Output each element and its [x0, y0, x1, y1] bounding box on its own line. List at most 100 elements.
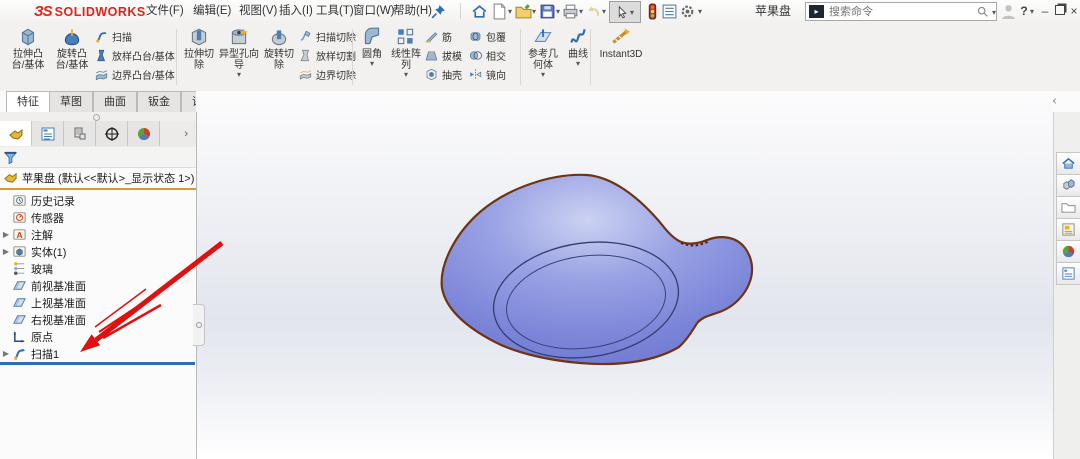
print-caret-icon[interactable]: [578, 5, 583, 17]
reference-geometry-button[interactable]: 参考几何体: [525, 26, 561, 78]
tree-item-top-plane[interactable]: 上视基准面: [0, 294, 196, 311]
taskpane-design-library-button[interactable]: [1056, 174, 1080, 197]
lofted-cut-button[interactable]: 放样切割: [298, 46, 356, 65]
tab-sheetmetal[interactable]: 钣金: [137, 91, 181, 112]
tab-dimxpertmanager[interactable]: [96, 121, 128, 146]
linear-pattern-button[interactable]: 线性阵列: [389, 26, 423, 78]
save-icon[interactable]: [539, 3, 556, 20]
undo-caret-icon[interactable]: [601, 5, 606, 17]
reference-geometry-icon: [532, 26, 554, 48]
extruded-cut-button[interactable]: 拉伸切除: [181, 26, 217, 71]
tree-item-sensors[interactable]: 传感器: [0, 209, 196, 226]
tab-displaymanager[interactable]: [128, 121, 160, 146]
fillet-icon: [361, 26, 383, 48]
pin-icon[interactable]: [430, 3, 447, 20]
tree-filter-row[interactable]: [0, 147, 196, 168]
ribbon-group-boss: 拉伸凸台/基体 旋转凸台/基体 扫描 放样凸台/基体 边界凸台/基体: [6, 23, 175, 89]
panel-grip[interactable]: [0, 112, 196, 121]
revolved-cut-button[interactable]: 旋转切除: [261, 26, 297, 71]
taskpane-view-palette-button[interactable]: [1056, 218, 1080, 241]
panel-tab-overflow[interactable]: ›: [160, 121, 196, 147]
tab-configurationmanager[interactable]: [64, 121, 96, 146]
magnifier-icon[interactable]: [976, 5, 989, 18]
expand-arrow-icon[interactable]: ▶: [0, 349, 12, 358]
taskpane-home-button[interactable]: [1056, 152, 1080, 175]
shell-button[interactable]: 抽壳: [424, 65, 462, 84]
draft-button[interactable]: 拔模: [424, 46, 462, 65]
expand-arrow-icon[interactable]: ▶: [0, 247, 12, 256]
close-button[interactable]: ×: [1066, 3, 1080, 19]
print-icon[interactable]: [562, 3, 579, 20]
tree-item-right-plane[interactable]: 右视基准面: [0, 311, 196, 328]
save-caret-icon[interactable]: [555, 5, 560, 17]
apple-plate-model[interactable]: [400, 160, 770, 400]
tree-item-history[interactable]: 历史记录: [0, 192, 196, 209]
features-small-stack-2: 包覆 相交 镜向: [468, 27, 506, 84]
expand-arrow-icon[interactable]: ▶: [0, 230, 12, 239]
select-tool-button[interactable]: [609, 1, 641, 23]
logo-3ds-icon: ЗS: [34, 3, 52, 20]
taskpane-file-explorer-button[interactable]: [1056, 196, 1080, 219]
panel-splitter-handle[interactable]: [193, 304, 205, 346]
new-document-caret-icon[interactable]: [507, 5, 512, 17]
home-icon[interactable]: [471, 3, 488, 20]
menu-file[interactable]: 文件(F): [138, 0, 192, 22]
origin-icon: [12, 329, 27, 344]
solidworks-logo: ЗS SOLIDWORKS: [34, 2, 146, 21]
tree-item-origin[interactable]: 原点: [0, 328, 196, 345]
settings-gear-icon[interactable]: [679, 3, 696, 20]
toolbar-separator: [460, 3, 461, 19]
rollback-bar[interactable]: [0, 362, 195, 365]
curves-button[interactable]: 曲线: [563, 26, 593, 67]
intersect-button[interactable]: 相交: [468, 46, 506, 65]
revolved-boss-button[interactable]: 旋转凸台/基体: [51, 26, 93, 71]
open-caret-icon[interactable]: [531, 5, 536, 17]
rib-button[interactable]: 筋: [424, 27, 462, 46]
tree-root-item[interactable]: 苹果盘 (默认<<默认>_显示状态 1>): [0, 169, 196, 186]
display-pane-icon[interactable]: [661, 3, 678, 20]
mirror-button[interactable]: 镜向: [468, 65, 506, 84]
graphics-viewport[interactable]: [196, 91, 1053, 459]
hole-wizard-button[interactable]: 异型孔向导: [219, 26, 259, 78]
tab-surfaces[interactable]: 曲面: [93, 91, 137, 112]
search-caret-icon[interactable]: [991, 6, 996, 18]
tree-item-sweep1[interactable]: ▶ 扫描1: [0, 345, 196, 362]
open-icon[interactable]: [515, 3, 532, 20]
tab-sketch[interactable]: 草图: [49, 91, 93, 112]
plate-outer-face[interactable]: [442, 175, 752, 364]
search-scope-icon[interactable]: ▸: [809, 5, 824, 18]
fillet-button[interactable]: 圆角: [357, 26, 387, 67]
tab-featuremanager[interactable]: [0, 121, 32, 146]
tree-item-material[interactable]: 玻璃: [0, 260, 196, 277]
plane-icon: [12, 278, 27, 293]
new-document-icon[interactable]: [491, 3, 508, 20]
taskpane-custom-properties-button[interactable]: [1056, 262, 1080, 285]
ribbon-separator: [176, 29, 177, 85]
boundary-boss-button[interactable]: 边界凸台/基体: [94, 65, 175, 84]
search-input[interactable]: [827, 5, 976, 19]
tree-item-front-plane[interactable]: 前视基准面: [0, 277, 196, 294]
help-caret-icon[interactable]: [1029, 5, 1034, 17]
tab-features[interactable]: 特征: [6, 91, 50, 113]
boundary-cut-button[interactable]: 边界切除: [298, 65, 356, 84]
view-palette-icon: [1061, 222, 1076, 237]
feature-tree-items: 历史记录 传感器 ▶ A 注解 ▶ 实体(1): [0, 192, 196, 362]
select-caret-icon[interactable]: [629, 6, 634, 18]
taskpane-appearances-button[interactable]: [1056, 240, 1080, 263]
wrap-button[interactable]: 包覆: [468, 27, 506, 46]
swept-cut-button[interactable]: 扫描切除: [298, 27, 356, 46]
user-icon[interactable]: [1000, 3, 1017, 20]
sweep-button[interactable]: 扫描: [94, 27, 175, 46]
rebuild-traffic-light-icon[interactable]: [644, 3, 661, 20]
tree-item-solid-bodies[interactable]: ▶ 实体(1): [0, 243, 196, 260]
instant3d-button[interactable]: Instant3D: [595, 26, 647, 60]
tab-propertymanager[interactable]: [32, 121, 64, 146]
extruded-boss-button[interactable]: 拉伸凸台/基体: [7, 26, 49, 71]
tree-item-annotations[interactable]: ▶ A 注解: [0, 226, 196, 243]
boundary-cut-icon: [298, 67, 313, 82]
settings-caret-icon[interactable]: [697, 5, 702, 17]
lofted-boss-button[interactable]: 放样凸台/基体: [94, 46, 175, 65]
minimize-button[interactable]: –: [1037, 3, 1053, 19]
search-box[interactable]: ▸: [805, 2, 997, 21]
undo-icon[interactable]: [585, 3, 602, 20]
